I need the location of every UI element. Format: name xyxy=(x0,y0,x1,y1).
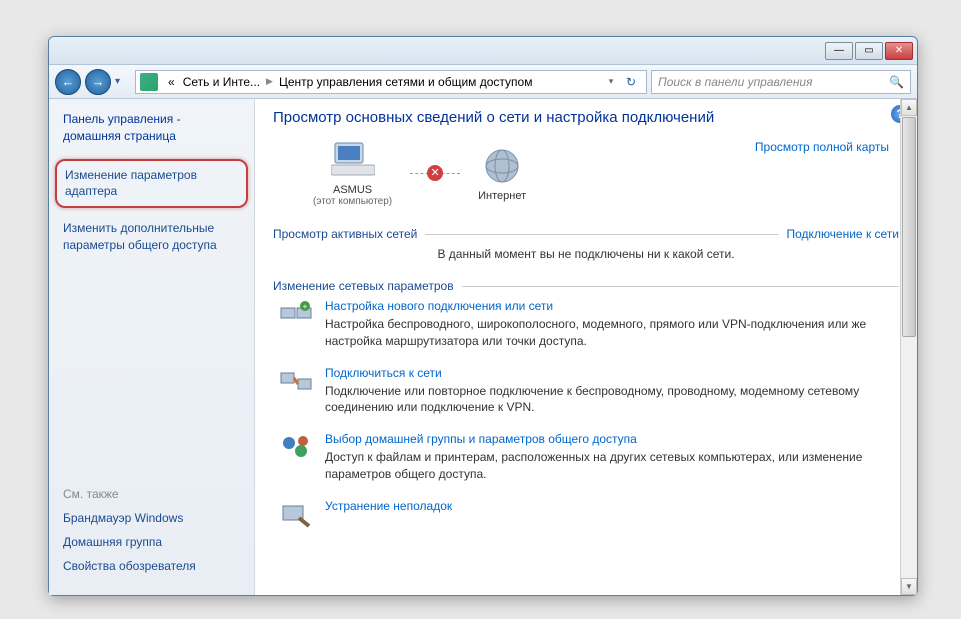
page-title: Просмотр основных сведений о сети и наст… xyxy=(273,109,899,126)
content-pane: ? Просмотр основных сведений о сети и на… xyxy=(255,99,917,595)
troubleshoot-icon xyxy=(279,499,313,531)
globe-icon xyxy=(478,146,526,186)
action-title[interactable]: Настройка нового подключения или сети xyxy=(325,299,899,313)
network-node-this-pc[interactable]: ASMUS (этот компьютер) xyxy=(313,140,392,207)
action-title[interactable]: Устранение неполадок xyxy=(325,499,452,513)
change-settings-legend: Изменение сетевых параметров xyxy=(273,279,462,293)
navbar: ← → ▾ « Сеть и Инте... ▶ Центр управлени… xyxy=(49,65,917,99)
vertical-scrollbar[interactable]: ▲ ▼ xyxy=(900,99,917,595)
minimize-button[interactable]: — xyxy=(825,42,853,60)
full-map-link[interactable]: Просмотр полной карты xyxy=(755,140,899,154)
titlebar: — ▭ ✕ xyxy=(49,37,917,65)
network-link-broken: ✕ xyxy=(410,173,460,174)
action-desc: Доступ к файлам и принтерам, расположенн… xyxy=(325,449,899,483)
addr-prefix[interactable]: « xyxy=(164,75,179,89)
close-button[interactable]: ✕ xyxy=(885,42,913,60)
computer-icon xyxy=(329,140,377,180)
connect-network-icon xyxy=(279,366,313,398)
back-button[interactable]: ← xyxy=(55,69,81,95)
scroll-thumb[interactable] xyxy=(902,117,916,337)
node-name: ASMUS xyxy=(313,184,392,196)
action-desc: Подключение или повторное подключение к … xyxy=(325,383,899,417)
refresh-button[interactable]: ↻ xyxy=(620,75,642,89)
action-troubleshoot[interactable]: Устранение неполадок xyxy=(273,499,899,531)
search-placeholder: Поиск в панели управления xyxy=(658,75,813,89)
sidebar-home-link[interactable]: Панель управления - домашняя страница xyxy=(63,111,240,145)
action-title[interactable]: Подключиться к сети xyxy=(325,366,899,380)
scroll-up-button[interactable]: ▲ xyxy=(901,99,917,116)
history-dropdown[interactable]: ▾ xyxy=(115,72,131,92)
search-input[interactable]: Поиск в панели управления 🔍 xyxy=(651,70,911,94)
svg-text:+: + xyxy=(303,302,308,311)
network-node-internet[interactable]: Интернет xyxy=(478,146,526,202)
node-name: Интернет xyxy=(478,190,526,202)
see-also-ie-properties[interactable]: Свойства обозревателя xyxy=(63,559,240,573)
forward-button[interactable]: → xyxy=(85,69,111,95)
location-icon xyxy=(140,73,158,91)
address-bar[interactable]: « Сеть и Инте... ▶ Центр управления сетя… xyxy=(135,70,647,94)
action-desc: Настройка беспроводного, широкополосного… xyxy=(325,316,899,350)
action-new-connection[interactable]: + Настройка нового подключения или сети … xyxy=(273,299,899,350)
active-networks-legend: Просмотр активных сетей xyxy=(273,227,425,241)
new-connection-icon: + xyxy=(279,299,313,331)
search-icon[interactable]: 🔍 xyxy=(889,75,904,89)
maximize-button[interactable]: ▭ xyxy=(855,42,883,60)
node-subtitle: (этот компьютер) xyxy=(313,196,392,207)
addr-segment-sharing-center[interactable]: Центр управления сетями и общим доступом xyxy=(275,75,537,89)
no-connections-text: В данный момент вы не подключены ни к ка… xyxy=(273,247,899,261)
scroll-down-button[interactable]: ▼ xyxy=(901,578,917,595)
sidebar-adapter-settings-link[interactable]: Изменение параметров адаптера xyxy=(55,159,248,209)
active-networks-section: Просмотр активных сетей Подключение к се… xyxy=(273,227,899,265)
change-settings-section: Изменение сетевых параметров + Настройка… xyxy=(273,279,899,547)
control-panel-window: — ▭ ✕ ← → ▾ « Сеть и Инте... ▶ Центр упр… xyxy=(48,36,918,596)
address-dropdown[interactable]: ▾ xyxy=(602,76,620,87)
action-homegroup-sharing[interactable]: Выбор домашней группы и параметров общег… xyxy=(273,432,899,483)
addr-segment-network[interactable]: Сеть и Инте... xyxy=(179,75,264,89)
chevron-right-icon: ▶ xyxy=(264,76,275,87)
see-also-homegroup[interactable]: Домашняя группа xyxy=(63,535,240,549)
disconnected-icon: ✕ xyxy=(427,165,443,181)
sidebar: Панель управления - домашняя страница Из… xyxy=(49,99,255,595)
network-map: ASMUS (этот компьютер) ✕ Интернет xyxy=(273,140,526,207)
connect-to-network-link[interactable]: Подключение к сети xyxy=(779,227,899,241)
see-also-heading: См. также xyxy=(63,487,240,501)
action-title[interactable]: Выбор домашней группы и параметров общег… xyxy=(325,432,899,446)
network-map-row: ASMUS (этот компьютер) ✕ Интернет Просмо… xyxy=(273,140,899,217)
sidebar-advanced-sharing-link[interactable]: Изменить дополнительные параметры общего… xyxy=(63,220,240,254)
see-also-firewall[interactable]: Брандмауэр Windows xyxy=(63,511,240,525)
homegroup-icon xyxy=(279,432,313,464)
action-connect-network[interactable]: Подключиться к сети Подключение или повт… xyxy=(273,366,899,417)
body: Панель управления - домашняя страница Из… xyxy=(49,99,917,595)
